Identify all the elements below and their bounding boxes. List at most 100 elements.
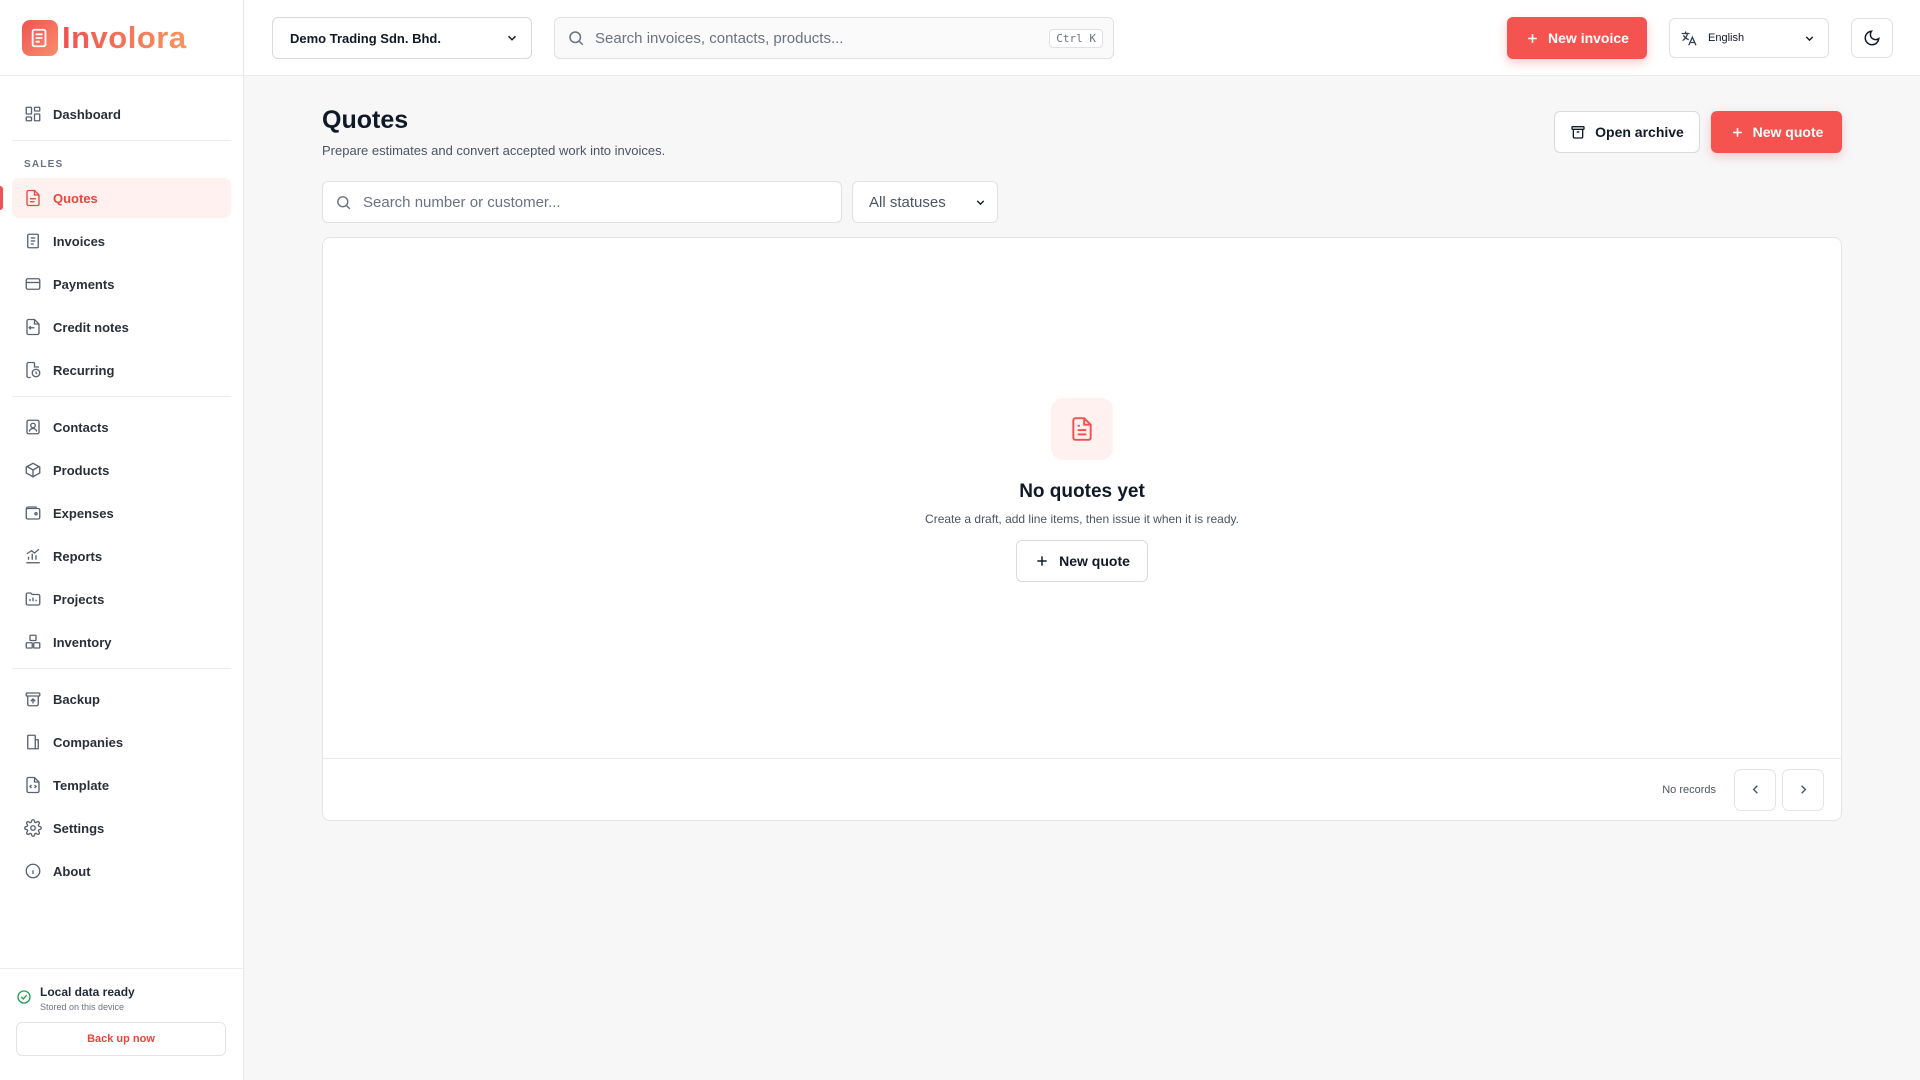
sidebar-item-label: Recurring — [53, 362, 115, 378]
topbar: Demo Trading Sdn. Bhd. Ctrl K New invoic… — [244, 0, 1920, 76]
sidebar-item-label: Companies — [53, 734, 124, 750]
plus-icon — [1037, 556, 1047, 566]
building-icon — [27, 734, 39, 750]
sidebar-item-label: Settings — [53, 820, 105, 836]
status-filter-value: All statuses — [869, 193, 946, 211]
quote-search[interactable] — [322, 181, 842, 223]
search-icon — [569, 31, 584, 46]
sidebar-divider — [12, 668, 231, 669]
sidebar-item-settings[interactable]: Settings — [12, 808, 231, 848]
sidebar-item-label: Backup — [53, 691, 100, 707]
next-page-button[interactable] — [1782, 768, 1824, 811]
sidebar-item-label: Quotes — [53, 190, 98, 206]
sidebar-item-reports[interactable]: Reports — [12, 536, 231, 576]
chart-icon — [26, 548, 40, 564]
sidebar-item-dashboard[interactable]: Dashboard — [12, 94, 231, 134]
plus-icon — [1528, 33, 1537, 43]
archive-icon — [25, 692, 41, 707]
boxes-icon — [25, 634, 41, 649]
previous-page-button[interactable] — [1734, 768, 1776, 811]
sidebar-item-label: Expenses — [53, 505, 114, 521]
empty-state-subtitle: Create a draft, add line items, then iss… — [925, 512, 1239, 526]
sidebar-item-inventory[interactable]: Inventory — [12, 622, 231, 662]
brand-name: Involora — [62, 19, 187, 55]
sidebar-item-label: Inventory — [53, 634, 112, 650]
sidebar-item-label: Reports — [53, 548, 103, 564]
empty-state-icon-box — [1051, 398, 1113, 460]
sidebar-item-companies[interactable]: Companies — [12, 722, 231, 762]
check-circle-icon — [17, 990, 31, 1004]
card-icon — [25, 278, 41, 290]
empty-state-title: No quotes yet — [1019, 481, 1145, 502]
document-icon — [1072, 417, 1092, 441]
translate-icon — [1681, 31, 1697, 46]
credit-note-icon — [26, 318, 40, 336]
sidebar-item-payments[interactable]: Payments — [12, 264, 231, 304]
sidebar-item-credit-notes[interactable]: Credit notes — [12, 307, 231, 347]
sidebar-item-invoices[interactable]: Invoices — [12, 221, 231, 261]
sidebar-item-about[interactable]: About — [12, 851, 231, 891]
moon-icon — [1864, 30, 1880, 46]
search-icon — [337, 195, 351, 209]
recurring-icon — [26, 361, 41, 379]
sidebar-item-projects[interactable]: Projects — [12, 579, 231, 619]
sidebar-item-label: Invoices — [53, 233, 106, 249]
invoice-icon — [27, 233, 39, 249]
empty-state-new-quote-button[interactable]: New quote — [1016, 540, 1148, 582]
sidebar-item-label: Credit notes — [53, 319, 129, 335]
sidebar-item-products[interactable]: Products — [12, 450, 231, 490]
gear-icon — [24, 819, 42, 837]
main-content: Quotes Prepare estimates and convert acc… — [244, 76, 1920, 1080]
sidebar-item-backup[interactable]: Backup — [12, 679, 231, 719]
sidebar-item-label: Contacts — [53, 419, 109, 435]
sidebar-item-recurring[interactable]: Recurring — [12, 350, 231, 390]
new-invoice-button[interactable]: New invoice — [1507, 17, 1647, 59]
sidebar-item-label: About — [53, 863, 91, 879]
status-filter-select[interactable]: All statuses — [852, 181, 998, 223]
sidebar-item-label: Projects — [53, 591, 105, 607]
contact-icon — [26, 419, 40, 435]
pagination: No records — [323, 758, 1841, 820]
chevron-right-icon — [1800, 785, 1806, 794]
chevron-down-icon — [507, 35, 517, 41]
archive-icon — [1571, 126, 1585, 139]
new-quote-button[interactable]: New quote — [1711, 111, 1842, 153]
sidebar-item-expenses[interactable]: Expenses — [12, 493, 231, 533]
quote-search-input[interactable] — [363, 193, 829, 211]
new-quote-label: New quote — [1752, 124, 1824, 140]
empty-state-button-label: New quote — [1059, 553, 1130, 569]
sidebar: Involora Dashboard SALES Quotes Invoices… — [0, 0, 244, 1080]
sidebar-item-quotes[interactable]: Quotes — [0, 178, 231, 218]
sidebar-footer: Local data ready Stored on this device B… — [0, 968, 243, 1080]
sidebar-item-template[interactable]: Template — [12, 765, 231, 805]
page-title: Quotes — [322, 106, 409, 134]
open-archive-button[interactable]: Open archive — [1554, 111, 1700, 153]
sidebar-item-contacts[interactable]: Contacts — [12, 407, 231, 447]
new-invoice-label: New invoice — [1548, 30, 1629, 46]
global-search[interactable]: Ctrl K — [554, 17, 1114, 59]
sidebar-nav: Dashboard SALES Quotes Invoices Payments… — [0, 76, 243, 891]
theme-toggle-button[interactable] — [1851, 18, 1893, 58]
language-select[interactable]: English — [1669, 18, 1829, 58]
open-archive-label: Open archive — [1595, 124, 1684, 140]
quote-icon — [26, 189, 40, 207]
chevron-down-icon — [976, 199, 985, 205]
company-select[interactable]: Demo Trading Sdn. Bhd. — [272, 17, 532, 59]
company-select-value: Demo Trading Sdn. Bhd. — [290, 30, 441, 46]
quotes-table-card: No quotes yet Create a draft, add line i… — [322, 237, 1842, 821]
shortcut-hint: Ctrl K — [1049, 28, 1103, 48]
back-up-now-button[interactable]: Back up now — [16, 1022, 226, 1056]
page-subtitle: Prepare estimates and convert accepted w… — [322, 143, 666, 158]
sidebar-item-label: Products — [53, 462, 110, 478]
plus-icon — [1732, 127, 1742, 137]
dashboard-icon — [25, 106, 41, 122]
language-value: English — [1708, 32, 1745, 44]
chevron-down-icon — [1805, 35, 1814, 41]
brand[interactable]: Involora — [0, 0, 243, 76]
sidebar-item-label: Dashboard — [53, 106, 121, 122]
template-icon — [26, 776, 40, 794]
global-search-input[interactable] — [595, 29, 1050, 47]
records-count: No records — [1662, 783, 1716, 796]
sidebar-divider — [12, 396, 231, 397]
local-data-status: Local data ready Stored on this device — [16, 985, 227, 1012]
